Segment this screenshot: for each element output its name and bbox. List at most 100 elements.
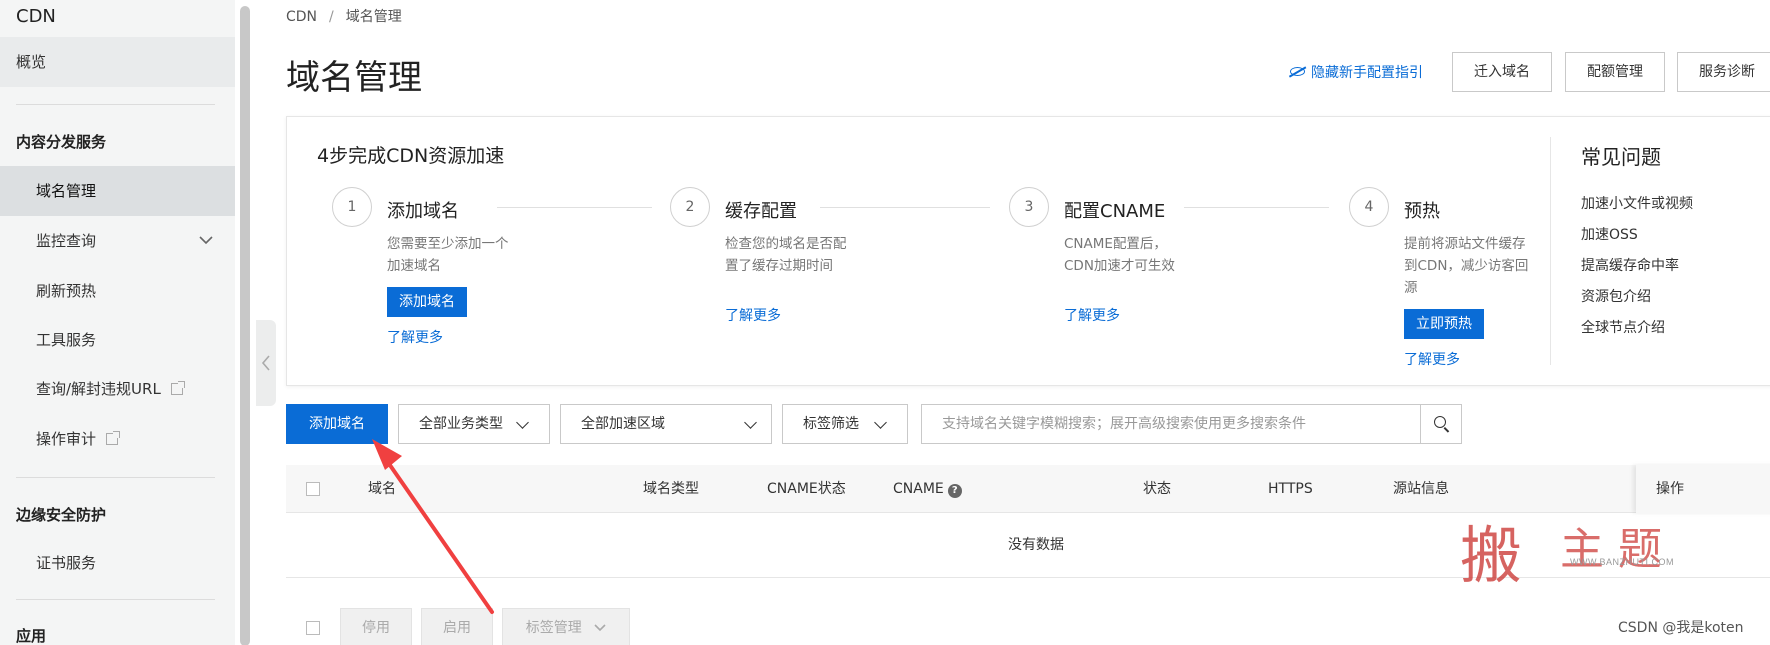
faq-item[interactable]: 全球节点介绍 bbox=[1581, 317, 1665, 337]
quota-management-button[interactable]: 配额管理 bbox=[1565, 52, 1665, 92]
csdn-credit: CSDN @我是koten bbox=[1618, 620, 1744, 636]
watermark-char: 题 bbox=[1618, 524, 1662, 575]
column-https: HTTPS bbox=[1268, 481, 1313, 497]
chevron-down-icon bbox=[516, 416, 529, 429]
sidebar-title: CDN bbox=[16, 6, 56, 27]
eye-hidden-icon bbox=[1290, 67, 1305, 76]
sidebar-collapse-button[interactable] bbox=[256, 320, 276, 406]
step-cache-config: 2 缓存配置 检查您的域名是否配置了缓存过期时间 了解更多 bbox=[670, 187, 990, 377]
learn-more-link[interactable]: 了解更多 bbox=[1404, 349, 1460, 369]
column-cname-status: CNAME状态 bbox=[767, 481, 846, 497]
select-all-checkbox[interactable] bbox=[306, 482, 320, 496]
sidebar-item-label: 操作审计 bbox=[36, 430, 97, 448]
faq-title: 常见问题 bbox=[1581, 145, 1661, 169]
step-title: 预热 bbox=[1404, 201, 1440, 222]
business-type-select[interactable]: 全部业务类型 bbox=[398, 404, 550, 444]
help-icon[interactable]: ? bbox=[947, 484, 962, 498]
chevron-down-icon bbox=[594, 624, 606, 632]
learn-more-link[interactable]: 了解更多 bbox=[725, 305, 781, 325]
sidebar-divider bbox=[16, 477, 215, 478]
watermark-char: 搬 bbox=[1460, 519, 1523, 592]
chevron-left-icon bbox=[261, 355, 270, 371]
chevron-down-icon bbox=[199, 236, 213, 245]
sidebar-item-monitor[interactable]: 监控查询 bbox=[0, 216, 235, 266]
faq-item[interactable]: 提高缓存命中率 bbox=[1581, 255, 1679, 275]
getting-started-card: 4步完成CDN资源加速 1 添加域名 您需要至少添加一个加速域名 添加域名 了解… bbox=[286, 116, 1770, 386]
step-number: 3 bbox=[1009, 187, 1049, 227]
step-add-domain: 1 添加域名 您需要至少添加一个加速域名 添加域名 了解更多 bbox=[332, 187, 652, 377]
sidebar-scrollbar[interactable] bbox=[240, 6, 250, 645]
step-preload: 4 预热 提前将源站文件缓存到CDN，减少访客回源 立即预热 了解更多 bbox=[1349, 187, 1539, 377]
watermark-logo: 搬 主 题 WWW.BANZHUTI.COM bbox=[1460, 505, 1690, 592]
domain-search-input[interactable] bbox=[921, 404, 1421, 444]
learn-more-link[interactable]: 了解更多 bbox=[387, 327, 443, 347]
add-domain-button[interactable]: 添加域名 bbox=[286, 404, 388, 444]
external-link-icon bbox=[106, 431, 121, 445]
step-number: 2 bbox=[670, 187, 710, 227]
column-status: 状态 bbox=[1143, 481, 1171, 497]
preload-now-button[interactable]: 立即预热 bbox=[1404, 309, 1484, 339]
faq-item[interactable]: 加速OSS bbox=[1581, 224, 1638, 244]
step-connector bbox=[1184, 207, 1329, 208]
chevron-down-icon bbox=[874, 416, 887, 429]
region-select[interactable]: 全部加速区域 bbox=[560, 404, 772, 444]
step-title: 配置CNAME bbox=[1064, 201, 1166, 222]
migrate-domain-button[interactable]: 迁入域名 bbox=[1452, 52, 1552, 92]
breadcrumb-separator: / bbox=[329, 9, 334, 25]
sidebar-section-edge-security: 边缘安全防护 bbox=[16, 506, 107, 524]
hide-guide-label: 隐藏新手配置指引 bbox=[1311, 65, 1423, 81]
hide-guide-link[interactable]: 隐藏新手配置指引 bbox=[1290, 62, 1423, 82]
sidebar-section-content-delivery: 内容分发服务 bbox=[16, 133, 107, 151]
service-diagnose-button[interactable]: 服务诊断 bbox=[1677, 52, 1770, 92]
step-title: 添加域名 bbox=[387, 201, 459, 222]
column-cname-label: CNAME bbox=[893, 481, 944, 497]
sidebar-item-certificate[interactable]: 证书服务 bbox=[0, 538, 235, 588]
batch-select-checkbox[interactable] bbox=[306, 621, 320, 635]
step-connector bbox=[497, 207, 652, 208]
step-number: 1 bbox=[332, 187, 372, 227]
sidebar-item-refresh-preload[interactable]: 刷新预热 bbox=[0, 266, 235, 316]
step-title: 缓存配置 bbox=[725, 201, 797, 222]
column-origin: 源站信息 bbox=[1393, 481, 1449, 497]
faq-item[interactable]: 资源包介绍 bbox=[1581, 286, 1651, 306]
steps-heading: 4步完成CDN资源加速 bbox=[317, 145, 505, 167]
sidebar-divider bbox=[16, 104, 215, 105]
tag-management-label: 标签管理 bbox=[525, 620, 582, 636]
breadcrumb-root[interactable]: CDN bbox=[286, 9, 317, 25]
tag-filter-select[interactable]: 标签筛选 bbox=[782, 404, 908, 444]
search-button[interactable] bbox=[1420, 404, 1462, 444]
faq-item[interactable]: 加速小文件或视频 bbox=[1581, 193, 1693, 213]
sidebar-item-overview[interactable]: 概览 bbox=[0, 37, 235, 87]
breadcrumb-current: 域名管理 bbox=[345, 9, 402, 25]
page-title: 域名管理 bbox=[286, 58, 422, 98]
column-cname: CNAME? bbox=[893, 465, 962, 513]
sidebar-item-tools[interactable]: 工具服务 bbox=[0, 315, 235, 365]
step-description: 您需要至少添加一个加速域名 bbox=[387, 236, 509, 274]
watermark-url: WWW.BANZHUTI.COM bbox=[1570, 557, 1674, 567]
external-link-icon bbox=[170, 381, 185, 395]
step-description: 检查您的域名是否配置了缓存过期时间 bbox=[725, 236, 847, 274]
step-description: CNAME配置后，CDN加速才可生效 bbox=[1064, 236, 1175, 274]
select-value: 全部业务类型 bbox=[419, 416, 503, 432]
sidebar-item-query-unblock-url[interactable]: 查询/解封违规URL bbox=[0, 364, 235, 414]
disable-button[interactable]: 停用 bbox=[340, 608, 412, 645]
sidebar-item-label: 监控查询 bbox=[36, 232, 97, 250]
sidebar-section-apps: 应用 bbox=[16, 627, 47, 645]
enable-button[interactable]: 启用 bbox=[421, 608, 493, 645]
step-description: 提前将源站文件缓存到CDN，减少访客回源 bbox=[1404, 236, 1529, 296]
sidebar-item-domain-management[interactable]: 域名管理 bbox=[0, 166, 235, 216]
sidebar-item-label: 查询/解封违规URL bbox=[36, 380, 161, 398]
select-value: 标签筛选 bbox=[803, 416, 859, 432]
sidebar: CDN 概览 内容分发服务 域名管理 监控查询 刷新预热 工具服务 查询/解封违… bbox=[0, 0, 235, 645]
faq-divider bbox=[1550, 137, 1551, 365]
step-configure-cname: 3 配置CNAME CNAME配置后，CDN加速才可生效 了解更多 bbox=[1009, 187, 1329, 377]
column-domain-type: 域名类型 bbox=[643, 481, 699, 497]
chevron-down-icon bbox=[744, 416, 757, 429]
column-domain: 域名 bbox=[368, 481, 396, 497]
step-add-domain-button[interactable]: 添加域名 bbox=[387, 287, 467, 317]
tag-management-button[interactable]: 标签管理 bbox=[502, 608, 630, 645]
learn-more-link[interactable]: 了解更多 bbox=[1064, 305, 1120, 325]
search-icon bbox=[1434, 416, 1446, 428]
sidebar-item-audit[interactable]: 操作审计 bbox=[0, 414, 235, 464]
sidebar-divider bbox=[16, 599, 215, 600]
